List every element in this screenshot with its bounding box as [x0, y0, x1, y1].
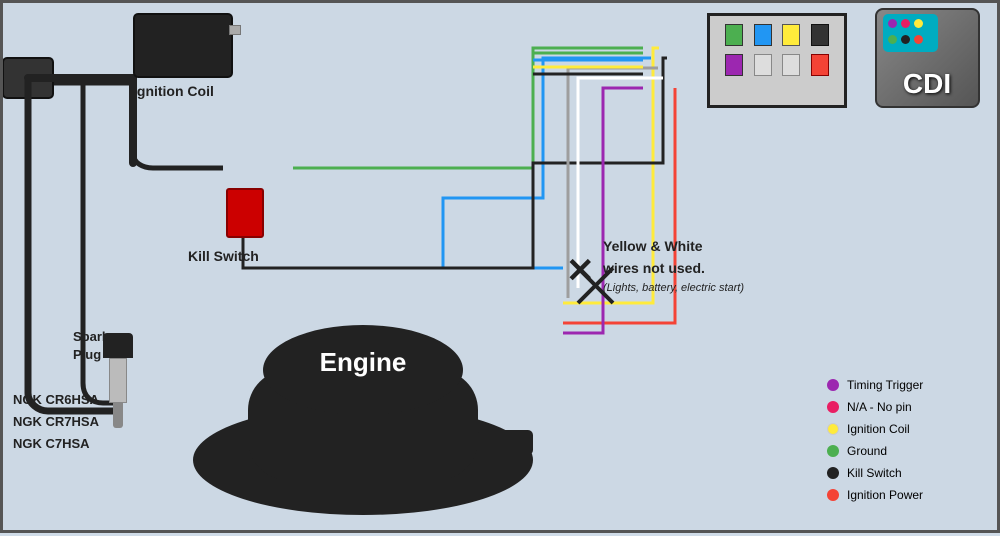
ignition-coil-body	[133, 13, 233, 78]
legend-item-kill: Kill Switch	[827, 466, 987, 480]
legend-dot-coil	[827, 423, 839, 435]
spark-plug: SparkPlug	[103, 333, 133, 428]
engine-specs: Engine	[320, 340, 407, 384]
unused-wires-label: Yellow & White wires not used. (Lights, …	[603, 235, 744, 297]
ignition-coil-label: Ignition Coil	[133, 83, 214, 99]
legend-item-power: Ignition Power	[827, 488, 987, 502]
legend-label-na: N/A - No pin	[847, 400, 912, 414]
kill-switch-label: Kill Switch	[188, 248, 259, 264]
cdi-label: CDI	[903, 68, 951, 100]
legend-item-coil: Ignition Coil	[827, 422, 987, 436]
cdi-connector-box	[707, 13, 847, 108]
legend-dot-ground	[827, 445, 839, 457]
legend-label-power: Ignition Power	[847, 488, 923, 502]
diagram-container: Ignition Coil Kill Switch SparkPlug NGK …	[0, 0, 1000, 533]
legend-dot-kill	[827, 467, 839, 479]
legend-dot-na	[827, 401, 839, 413]
legend-label-coil: Ignition Coil	[847, 422, 910, 436]
kill-switch-body	[226, 188, 264, 238]
legend-item-timing: Timing Trigger	[827, 378, 987, 392]
legend-dot-power	[827, 489, 839, 501]
cdi-unit: CDI	[862, 8, 992, 148]
legend-label-ground: Ground	[847, 444, 887, 458]
engine-silhouette: Engine	[188, 310, 538, 525]
legend: Timing Trigger N/A - No pin Ignition Coi…	[827, 378, 987, 510]
legend-dot-timing	[827, 379, 839, 391]
legend-item-na: N/A - No pin	[827, 400, 987, 414]
legend-item-ground: Ground	[827, 444, 987, 458]
legend-label-kill: Kill Switch	[847, 466, 902, 480]
ngk-text: NGK CR6HSA NGK CR7HSA NGK C7HSA	[13, 389, 99, 455]
x-mark: ✕	[566, 251, 595, 291]
legend-label-timing: Timing Trigger	[847, 378, 923, 392]
